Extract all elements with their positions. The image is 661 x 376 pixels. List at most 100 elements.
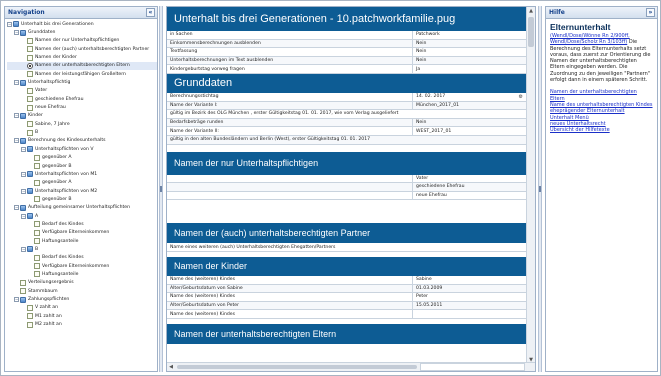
field-value[interactable]: Nein xyxy=(413,48,528,56)
collapse-navigation-button[interactable]: « xyxy=(146,8,155,17)
field-value[interactable]: München_2017_01 xyxy=(413,102,528,110)
splitter-grip[interactable] xyxy=(160,186,162,192)
nav-item[interactable]: − Berechnung des Kindesunterhalts xyxy=(7,137,157,145)
nav-item[interactable]: Sabine, 7 Jahre xyxy=(7,120,157,128)
collapse-toggle-icon[interactable]: − xyxy=(7,21,12,27)
splitter-grip[interactable] xyxy=(539,186,541,192)
vertical-scrollbar[interactable]: ▲ ▼ xyxy=(526,7,535,364)
nav-item[interactable]: Bedarf des Kindes xyxy=(7,220,157,228)
form-row: gültig im Bezirk des OLG München , erste… xyxy=(167,110,528,119)
nav-item[interactable]: − Unterhaltspflichten von M1 xyxy=(7,170,157,178)
nav-item[interactable]: Namen der nur Unterhaltspflichtigen xyxy=(7,37,157,45)
nav-item[interactable]: − Kinder xyxy=(7,112,157,120)
field-value[interactable]: Sabine xyxy=(413,276,528,284)
field-value[interactable]: WEST_2017_01 xyxy=(413,127,528,135)
collapse-toggle-icon[interactable]: − xyxy=(14,297,19,303)
nav-item[interactable]: Bedarf des Kindes xyxy=(7,254,157,262)
collapse-toggle-icon[interactable]: − xyxy=(14,205,19,211)
nav-item[interactable]: Verteilungsergebnis xyxy=(7,279,157,287)
nav-item[interactable]: Verfügbare Elterneinkommen xyxy=(7,229,157,237)
partner-heading: Namen der (auch) unterhaltsberechtigten … xyxy=(167,223,528,244)
nav-item[interactable]: Namen der unterhaltsberechtigten Eltern xyxy=(7,61,157,71)
gear-icon[interactable]: ⚙ xyxy=(519,94,523,100)
nav-item[interactable]: Stammbaum xyxy=(7,287,157,295)
document-icon xyxy=(27,129,33,136)
nav-item[interactable]: − Unterhalt bis drei Generationen xyxy=(7,20,157,28)
form-row: Einkommensberechnungen ausblenden Nein xyxy=(167,39,528,49)
field-value[interactable]: Nein xyxy=(413,119,528,127)
help-link[interactable]: Übersicht der Hilfetexte xyxy=(550,127,653,133)
collapse-toggle-icon[interactable]: − xyxy=(14,138,19,144)
collapse-toggle-icon[interactable]: − xyxy=(21,246,26,252)
nav-item[interactable]: geschiedene Ehefrau xyxy=(7,95,157,103)
nav-item[interactable]: Verfügbare Elterneinkommen xyxy=(7,262,157,270)
nav-item[interactable]: gegenüber A xyxy=(7,179,157,187)
nav-item-label: Unterhaltspflichten von M2 xyxy=(35,188,98,194)
nav-item[interactable]: M2 zahlt an xyxy=(7,320,157,328)
field-value[interactable]: 15.05.2011 xyxy=(413,302,528,310)
left-splitter[interactable] xyxy=(159,6,163,372)
field-value[interactable]: geschiedene Ehefrau xyxy=(413,183,528,191)
right-splitter[interactable] xyxy=(538,6,542,372)
field-value[interactable]: 14. 02. 2017 ⚙ xyxy=(413,93,528,101)
nav-item[interactable]: Namen der leistungsfähigen Großeltern xyxy=(7,70,157,78)
field-label: Name der Variante II: xyxy=(167,127,413,135)
field-value[interactable]: 01.03.2009 xyxy=(413,285,528,293)
field-value[interactable]: Ja xyxy=(413,65,528,73)
nav-item[interactable]: Namen der (auch) unterhaltsberechtigten … xyxy=(7,45,157,53)
nav-item-label: Bedarf des Kindes xyxy=(42,221,84,227)
collapse-help-button[interactable]: » xyxy=(646,8,655,17)
field-value[interactable]: Vater xyxy=(413,175,528,183)
field-value[interactable] xyxy=(413,310,528,318)
nav-item[interactable]: − Unterhaltspflichtig xyxy=(7,78,157,86)
nav-item[interactable]: M1 zahlt an xyxy=(7,312,157,320)
nav-item[interactable]: − Aufteilung gemeinsamer Unterhaltspflich… xyxy=(7,204,157,212)
help-reference-link[interactable]: (Wendl/Dose/Wönne Rn 2/900ff, Wendl/Dose… xyxy=(550,33,630,45)
nav-item[interactable]: Haftungsanteile xyxy=(7,270,157,278)
collapse-toggle-icon[interactable]: − xyxy=(14,113,19,119)
scroll-thumb[interactable] xyxy=(528,17,534,47)
form-row: neue Ehefrau xyxy=(167,191,528,201)
document-icon xyxy=(27,54,33,61)
field-value[interactable]: Peter xyxy=(413,293,528,301)
field-label: in Sachen xyxy=(167,31,413,39)
collapse-toggle-icon[interactable]: − xyxy=(14,30,19,36)
nav-item[interactable]: − Zahlungspflichten xyxy=(7,295,157,303)
nav-item-label: Sabine, 7 Jahre xyxy=(35,121,70,127)
nav-item[interactable]: − B xyxy=(7,245,157,253)
field-value[interactable]: Nein xyxy=(413,40,528,48)
help-links: Namen der unterhaltsberechtigten Eltern N… xyxy=(550,89,653,133)
horizontal-scrollbar[interactable]: ◀ xyxy=(167,362,535,371)
nav-item[interactable]: Namen der Kinder xyxy=(7,53,157,61)
nav-item[interactable]: neue Ehefrau xyxy=(7,103,157,111)
nav-item[interactable]: − Grunddaten xyxy=(7,28,157,36)
help-link[interactable]: Namen der unterhaltsberechtigten Eltern xyxy=(550,89,653,102)
field-value[interactable]: Nein xyxy=(413,57,528,65)
nav-item[interactable]: gegenüber A xyxy=(7,154,157,162)
collapse-toggle-icon[interactable]: − xyxy=(21,171,26,177)
collapse-toggle-icon[interactable]: − xyxy=(21,146,26,152)
field-label: Name des (weiteren) Kindes xyxy=(167,310,413,318)
field-value[interactable]: neue Ehefrau xyxy=(413,192,528,200)
form-row: Name des (weiteren) Kindes xyxy=(167,310,528,319)
value-input-field[interactable] xyxy=(420,363,525,371)
collapse-toggle-icon[interactable]: − xyxy=(21,213,26,219)
nav-item[interactable]: Vater xyxy=(7,87,157,95)
field-label: Alter/Geburtsdatum von Peter xyxy=(167,301,413,310)
nav-item[interactable]: gegenüber B xyxy=(7,162,157,170)
field-value[interactable]: Patchwork xyxy=(413,31,528,39)
nav-item[interactable]: gegenüber B xyxy=(7,195,157,203)
horizontal-scroll-thumb[interactable] xyxy=(177,365,417,369)
document-icon xyxy=(27,321,33,328)
nav-item[interactable]: − Unterhaltspflichten von M2 xyxy=(7,187,157,195)
nav-item[interactable]: V zahlt an xyxy=(7,304,157,312)
nav-item[interactable]: − Unterhaltspflichten von V xyxy=(7,145,157,153)
collapse-toggle-icon[interactable]: − xyxy=(21,188,26,194)
nav-item[interactable]: B xyxy=(7,128,157,136)
scroll-up-icon[interactable]: ▲ xyxy=(527,7,535,15)
scroll-left-icon[interactable]: ◀ xyxy=(167,363,175,371)
nav-item[interactable]: − A xyxy=(7,212,157,220)
document-icon xyxy=(27,304,33,311)
nav-item[interactable]: Haftungsanteile xyxy=(7,237,157,245)
collapse-toggle-icon[interactable]: − xyxy=(14,80,19,86)
